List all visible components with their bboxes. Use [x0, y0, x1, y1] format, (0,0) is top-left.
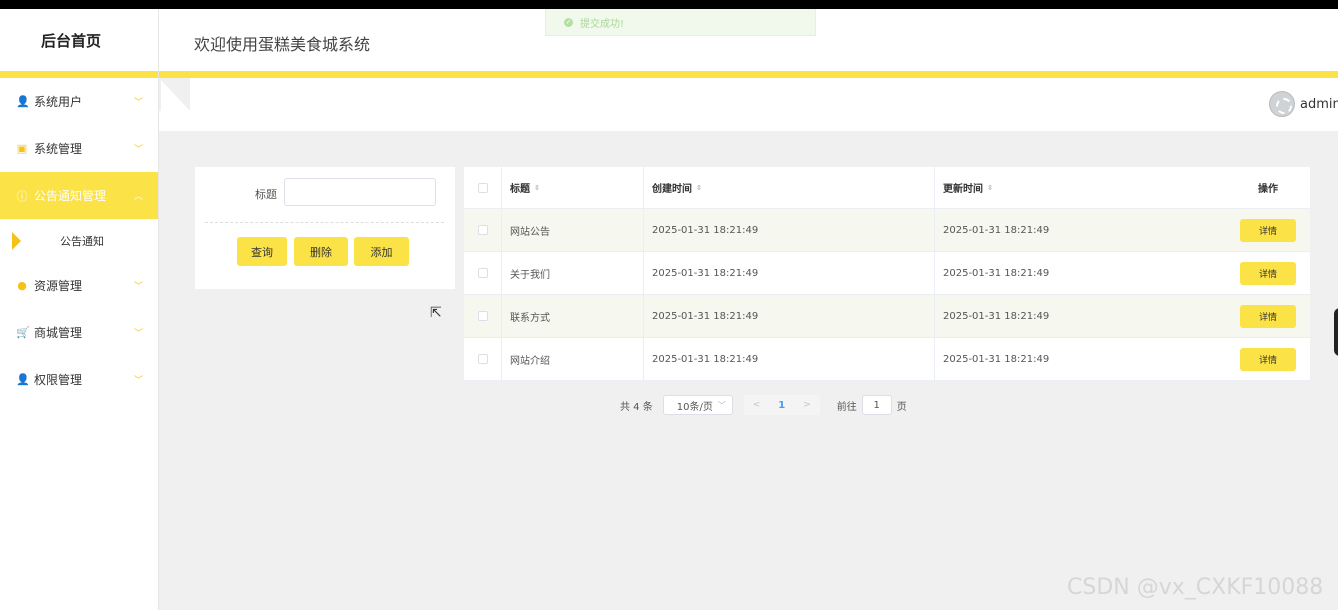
table-header-row: 标题 ⇳ 创建时间 ⇳ 更新时间 ⇳ 操作 — [464, 167, 1310, 209]
bulb-icon: ● — [17, 279, 27, 292]
cell-title: 关于我们 — [502, 252, 644, 294]
detail-button[interactable]: 详情 — [1240, 347, 1296, 371]
floating-side-widget[interactable] — [1334, 308, 1338, 356]
sidebar-subitem-notice[interactable]: 公告通知 — [0, 219, 158, 262]
column-header-created[interactable]: 创建时间 ⇳ — [644, 167, 935, 208]
column-header-updated[interactable]: 更新时间 ⇳ — [935, 167, 1226, 208]
sidebar-item-label: 资源管理 — [34, 279, 83, 293]
detail-button[interactable]: 详情 — [1240, 218, 1296, 242]
goto-page-input[interactable]: 1 — [861, 395, 892, 415]
search-panel: 标题 查询 删除 添加 — [195, 167, 455, 289]
sidebar-item-label: 公告通知管理 — [34, 189, 107, 203]
cart-icon: 🛒 — [16, 326, 30, 339]
chevron-down-icon: ﹀ — [134, 144, 144, 155]
cell-created: 2025-01-31 18:21:49 — [644, 252, 935, 294]
sidebar-item-label: 商城管理 — [34, 326, 83, 340]
chevron-down-icon: ﹀ — [134, 97, 144, 108]
chevron-up-icon: ︿ — [134, 191, 144, 202]
table-row: 网站介绍 2025-01-31 18:21:49 2025-01-31 18:2… — [464, 338, 1310, 381]
sidebar: 后台首页 👤 系统用户 ﹀ ▣ 系统管理 ﹀ ⓘ 公告通知管理 ︿ 公告通知 ●… — [0, 9, 159, 610]
notice-table: 标题 ⇳ 创建时间 ⇳ 更新时间 ⇳ 操作 网站公告 2025-01-31 18:21… — [464, 167, 1310, 381]
sidebar-item-label: 权限管理 — [34, 373, 83, 387]
cell-updated: 2025-01-31 18:21:49 — [943, 310, 1050, 322]
cell-updated: 2025-01-31 18:21:49 — [943, 353, 1050, 365]
cell-title: 联系方式 — [502, 295, 644, 337]
cell-title: 网站介绍 — [502, 338, 644, 380]
page-unit-label: 页 — [896, 401, 907, 413]
top-black-bar — [0, 0, 1338, 9]
cell-created: 2025-01-31 18:21:49 — [644, 209, 935, 251]
chevron-down-icon: ﹀ — [134, 375, 144, 386]
watermark: CSDN @vx_CXKF10088 — [1067, 575, 1324, 600]
title-label: 标题 — [255, 188, 277, 201]
header-accent-bar — [159, 71, 1338, 78]
avatar[interactable] — [1269, 91, 1295, 117]
add-button[interactable]: 添加 — [354, 237, 409, 266]
cell-created: 2025-01-31 18:21:49 — [644, 338, 935, 380]
row-checkbox[interactable] — [477, 354, 488, 364]
mouse-cursor-icon: ⇱ — [430, 305, 442, 321]
prev-page-icon[interactable]: < — [753, 400, 761, 410]
next-page-icon[interactable]: > — [803, 400, 811, 410]
page-size-select[interactable]: 10条/页 ﹀ — [662, 395, 733, 415]
settings-box-icon: ▣ — [16, 142, 28, 155]
row-checkbox[interactable] — [477, 311, 488, 321]
sort-icon[interactable]: ⇳ — [987, 184, 993, 192]
table-row: 联系方式 2025-01-31 18:21:49 2025-01-31 18:2… — [464, 295, 1310, 338]
page-number[interactable]: 1 — [778, 400, 785, 411]
table-row: 关于我们 2025-01-31 18:21:49 2025-01-31 18:2… — [464, 252, 1310, 295]
title-search-input[interactable] — [284, 178, 436, 206]
row-checkbox[interactable] — [477, 225, 488, 235]
sidebar-subitem-label: 公告通知 — [60, 234, 104, 248]
chevron-down-icon: ﹀ — [134, 328, 144, 339]
info-icon: ⓘ — [16, 189, 28, 203]
sidebar-item-permission-management[interactable]: 👤 权限管理 ﹀ — [0, 356, 158, 403]
detail-button[interactable]: 详情 — [1240, 261, 1296, 285]
sidebar-item-label: 系统用户 — [34, 95, 83, 109]
page-navigator: < 1 > — [743, 395, 820, 415]
success-toast: ✓ 提交成功! — [545, 9, 816, 36]
page-title: 欢迎使用蛋糕美食城系统 — [194, 35, 371, 54]
check-circle-icon: ✓ — [564, 17, 573, 27]
sidebar-item-shop-management[interactable]: 🛒 商城管理 ﹀ — [0, 309, 158, 356]
collapse-toggle[interactable] — [159, 78, 190, 111]
cell-title: 网站公告 — [502, 209, 644, 251]
divider — [205, 222, 444, 223]
toast-message: 提交成功! — [580, 18, 625, 30]
chevron-down-icon: ﹀ — [717, 400, 726, 410]
row-checkbox[interactable] — [477, 268, 488, 278]
user-icon: 👤 — [16, 373, 30, 386]
active-arrow-icon — [12, 232, 21, 250]
subheader: admin — [159, 78, 1338, 131]
username[interactable]: admin — [1300, 97, 1338, 112]
cell-created: 2025-01-31 18:21:49 — [644, 295, 935, 337]
detail-button[interactable]: 详情 — [1240, 304, 1296, 328]
brand-accent-bar — [0, 71, 158, 78]
sidebar-item-resource-management[interactable]: ● 资源管理 ﹀ — [0, 262, 158, 309]
query-button[interactable]: 查询 — [237, 237, 287, 266]
column-header-action: 操作 — [1258, 184, 1278, 195]
column-header-title[interactable]: 标题 ⇳ — [502, 167, 644, 208]
sidebar-item-system-management[interactable]: ▣ 系统管理 ﹀ — [0, 125, 158, 172]
sidebar-item-system-users[interactable]: 👤 系统用户 ﹀ — [0, 78, 158, 125]
select-all-checkbox[interactable] — [477, 182, 488, 193]
cell-updated: 2025-01-31 18:21:49 — [943, 267, 1050, 279]
brand-title[interactable]: 后台首页 — [0, 9, 158, 71]
goto-label: 前往 — [836, 401, 857, 413]
chevron-down-icon: ﹀ — [134, 281, 144, 292]
pagination-total: 共 4 条 — [620, 401, 653, 413]
table-row: 网站公告 2025-01-31 18:21:49 2025-01-31 18:2… — [464, 209, 1310, 252]
cell-updated: 2025-01-31 18:21:49 — [943, 224, 1050, 236]
sort-icon[interactable]: ⇳ — [696, 184, 702, 192]
pagination: 共 4 条 10条/页 ﹀ < 1 > 前往 1 页 — [620, 395, 907, 415]
sidebar-item-label: 系统管理 — [34, 142, 83, 156]
sidebar-item-notice-management[interactable]: ⓘ 公告通知管理 ︿ — [0, 172, 158, 219]
user-menu[interactable]: admin — [1269, 91, 1338, 117]
user-icon: 👤 — [16, 95, 30, 108]
delete-button[interactable]: 删除 — [294, 237, 348, 266]
sort-icon[interactable]: ⇳ — [534, 184, 540, 192]
